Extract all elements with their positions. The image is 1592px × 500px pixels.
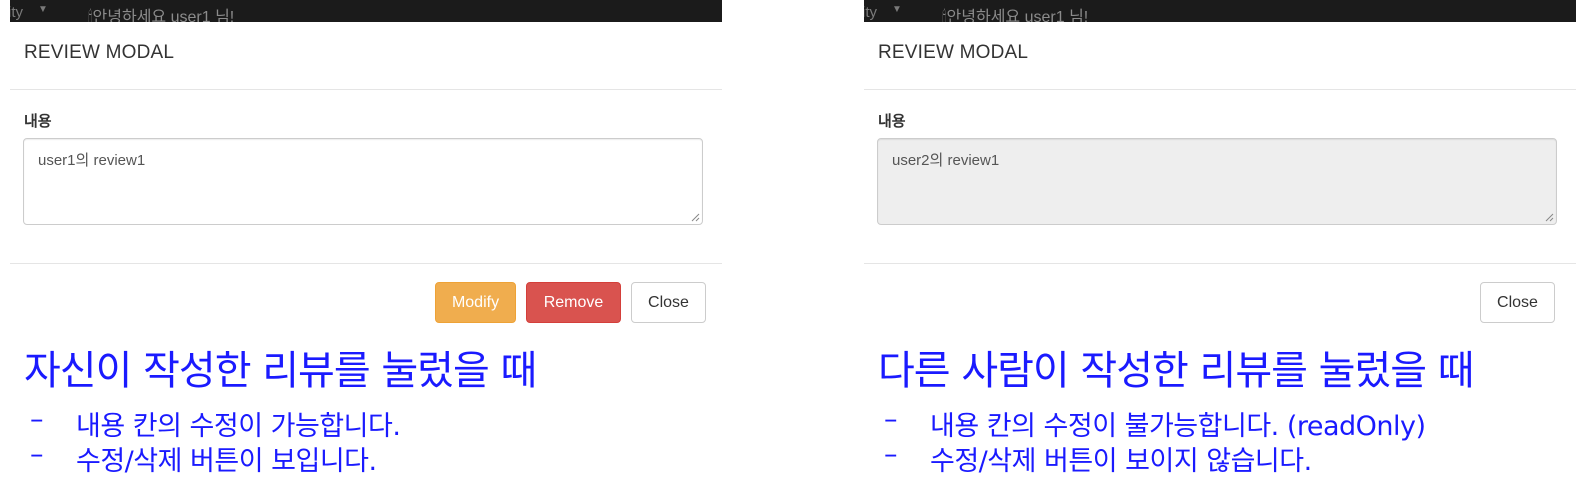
resize-handle-icon[interactable] [690,212,700,222]
modify-button[interactable]: Modify [435,282,516,323]
remove-button[interactable]: Remove [526,282,621,323]
navbar: ity ▼ 🕯안녕하세요 user1 님! [10,0,722,22]
content-textarea-readonly[interactable]: user2의 review1 [877,138,1557,225]
greeting-user: user1 [1024,9,1065,22]
greeting-user: user1 [170,9,211,22]
other-review-screenshot: ity ▼ 🕯안녕하세요 user1 님! REVIEW MODAL 내용 us… [864,0,1576,500]
nav-menu-fragment[interactable]: ity [864,4,877,21]
nav-menu-fragment[interactable]: ity [10,4,23,21]
caption-heading: 다른 사람이 작성한 리뷰를 눌렀을 때 [878,348,1475,394]
close-button[interactable]: Close [631,282,706,323]
bullet-list: – 내용 칸의 수정이 가능합니다. – 수정/삭제 버튼이 보입니다. [30,404,401,477]
navbar: ity ▼ 🕯안녕하세요 user1 님! [864,0,1576,22]
list-item: – 수정/삭제 버튼이 보이지 않습니다. [884,439,1312,477]
caption-heading: 자신이 작성한 리뷰를 눌렀을 때 [24,348,537,394]
content-label: 내용 [878,113,906,130]
modal-title: REVIEW MODAL [24,42,175,63]
bullet-list: – 내용 칸의 수정이 불가능합니다. (readOnly) – 수정/삭제 버튼이… [884,404,1426,477]
modal-header-divider [10,89,722,90]
modal-title: REVIEW MODAL [878,42,1029,63]
caret-down-icon[interactable]: ▼ [892,4,902,15]
list-item: – 내용 칸의 수정이 불가능합니다. (readOnly) [884,404,1426,442]
modal-footer-divider [864,263,1576,264]
greeting-text: 🕯안녕하세요 user1 님! [88,3,234,22]
content-textarea[interactable]: user1의 review1 [23,138,703,225]
close-button[interactable]: Close [1480,282,1555,323]
modal-footer-divider [10,263,722,264]
list-item: – 수정/삭제 버튼이 보입니다. [30,439,377,477]
greeting-text: 🕯안녕하세요 user1 님! [942,3,1088,22]
caret-down-icon[interactable]: ▼ [38,4,48,15]
content-value: user2의 review1 [892,152,1000,169]
list-item: – 내용 칸의 수정이 가능합니다. [30,404,401,442]
content-value: user1의 review1 [38,152,146,169]
modal-header-divider [864,89,1576,90]
content-label: 내용 [24,113,52,130]
resize-handle-icon[interactable] [1544,212,1554,222]
own-review-screenshot: ity ▼ 🕯안녕하세요 user1 님! REVIEW MODAL 내용 us… [10,0,722,500]
